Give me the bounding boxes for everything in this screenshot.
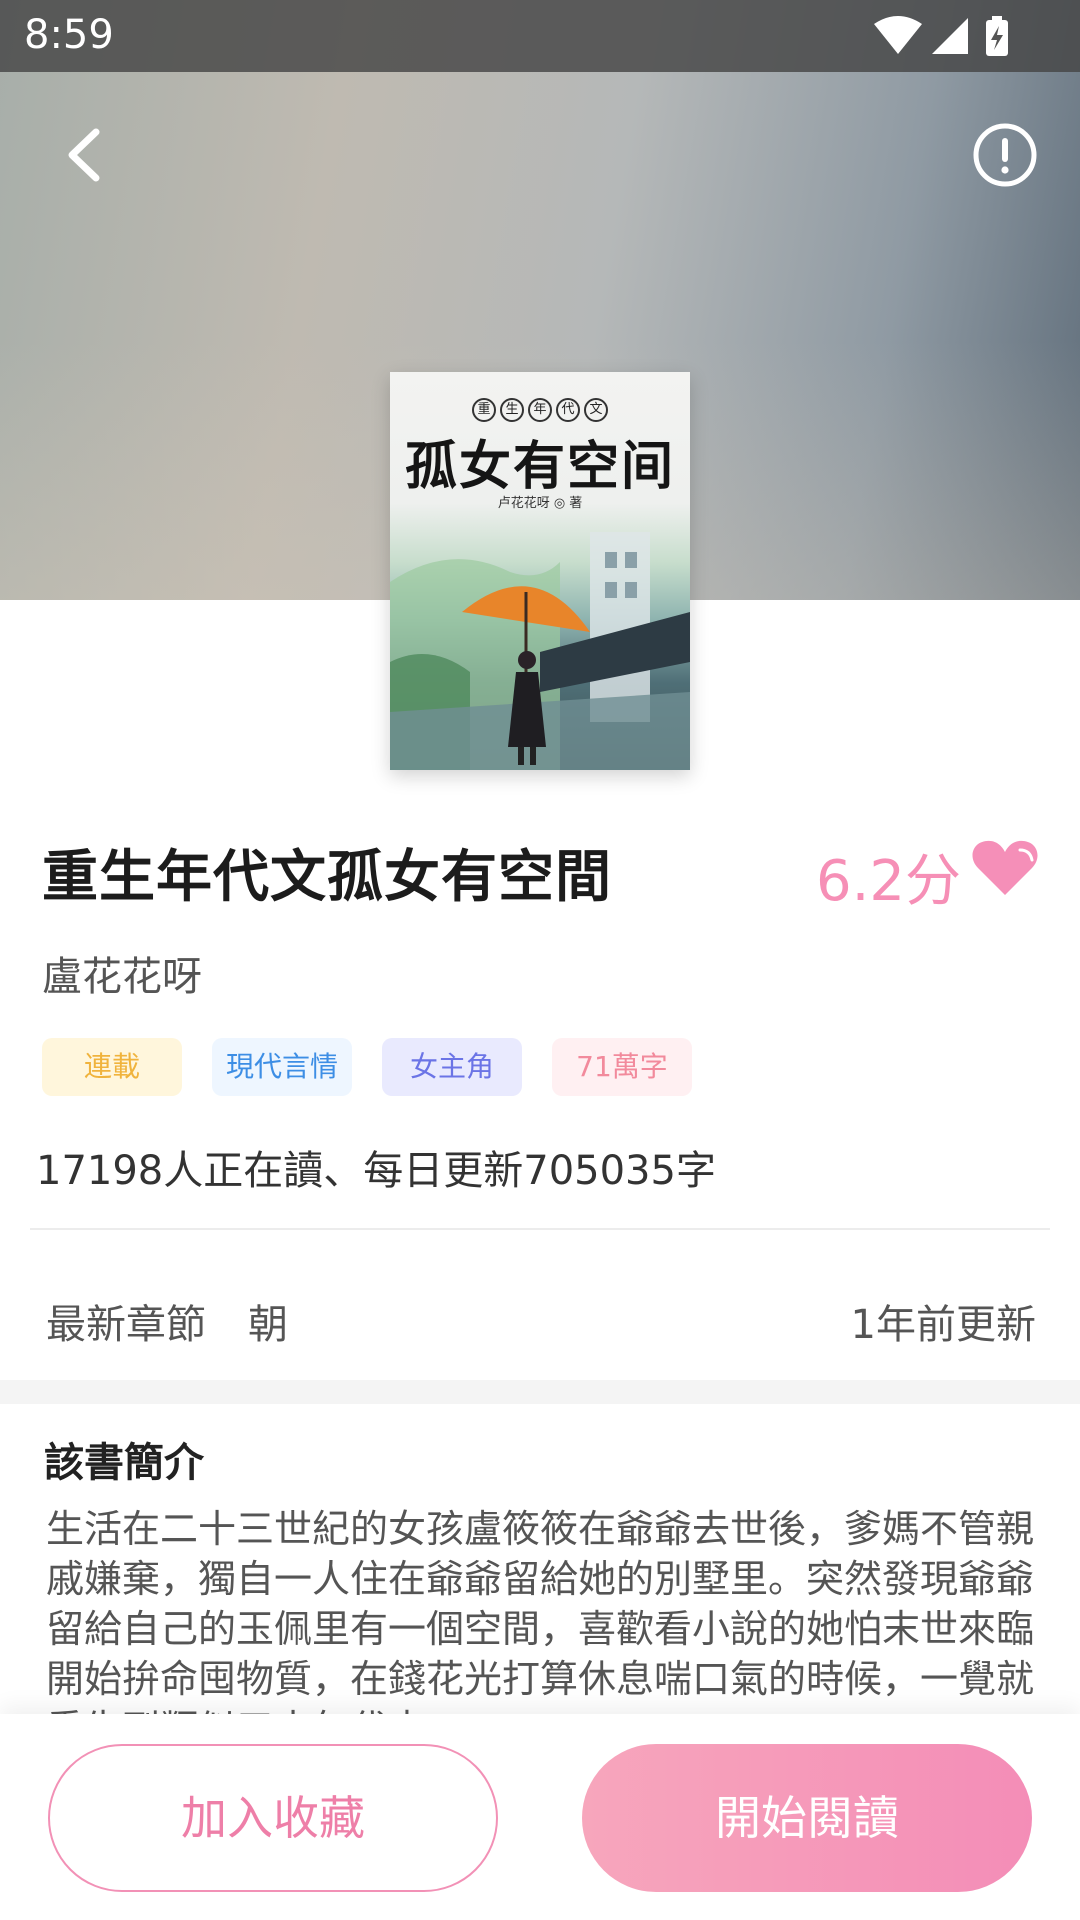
- report-button[interactable]: [972, 122, 1038, 188]
- status-icons: [874, 16, 1008, 56]
- bottom-action-bar: 加入收藏 開始閱讀: [0, 1714, 1080, 1920]
- book-cover[interactable]: 重 生 年 代 文 孤女有空间 卢花花呀 ◎ 著: [390, 372, 690, 770]
- wifi-icon: [874, 16, 922, 54]
- intro-heading: 該書簡介: [44, 1440, 204, 1486]
- cover-series-char: 文: [584, 398, 608, 422]
- book-title: 重生年代文孤女有空間: [42, 845, 612, 910]
- tag-status[interactable]: 連載: [42, 1038, 182, 1096]
- cover-series-char: 年: [528, 398, 552, 422]
- exclamation-circle-icon: [973, 123, 1037, 187]
- divider: [30, 1228, 1050, 1230]
- heart-icon: [972, 840, 1038, 895]
- status-time: 8:59: [24, 12, 114, 58]
- latest-update-time: 1年前更新: [850, 1302, 1036, 1348]
- tag-list: 連載 現代言情 女主角 71萬字: [42, 1038, 692, 1096]
- tag-word-count[interactable]: 71萬字: [552, 1038, 692, 1096]
- latest-chapter-title[interactable]: 朝: [248, 1292, 288, 1350]
- rating-score: 6.2分: [816, 849, 962, 914]
- back-button[interactable]: [50, 120, 120, 190]
- tag-protagonist[interactable]: 女主角: [382, 1038, 522, 1096]
- cover-author: 卢花花呀 ◎ 著: [497, 496, 583, 511]
- tag-genre[interactable]: 現代言情: [212, 1038, 352, 1096]
- author-name[interactable]: 盧花花呀: [42, 944, 202, 1002]
- cover-illustration: [390, 532, 690, 770]
- section-divider: [0, 1380, 1080, 1404]
- cover-series: 重 生 年 代 文: [390, 398, 690, 422]
- add-to-collection-button[interactable]: 加入收藏: [48, 1744, 498, 1892]
- signal-icon: [932, 18, 968, 54]
- reading-stats: 17198人正在讀、每日更新705035字: [36, 1148, 716, 1194]
- intro-text[interactable]: 生活在二十三世紀的女孩盧筱筱在爺爺去世後，爹媽不管親戚嫌棄，獨自一人住在爺爺留給…: [46, 1504, 1046, 1718]
- chevron-left-icon: [68, 128, 100, 182]
- cover-series-char: 生: [500, 398, 524, 422]
- cover-series-char: 重: [472, 398, 496, 422]
- cover-series-char: 代: [556, 398, 580, 422]
- start-reading-button[interactable]: 開始閱讀: [582, 1744, 1032, 1892]
- battery-charging-icon: [986, 16, 1008, 56]
- cover-title: 孤女有空间: [404, 436, 675, 497]
- latest-chapter-label[interactable]: 最新章節: [46, 1292, 206, 1350]
- status-bar: 8:59: [0, 0, 1080, 72]
